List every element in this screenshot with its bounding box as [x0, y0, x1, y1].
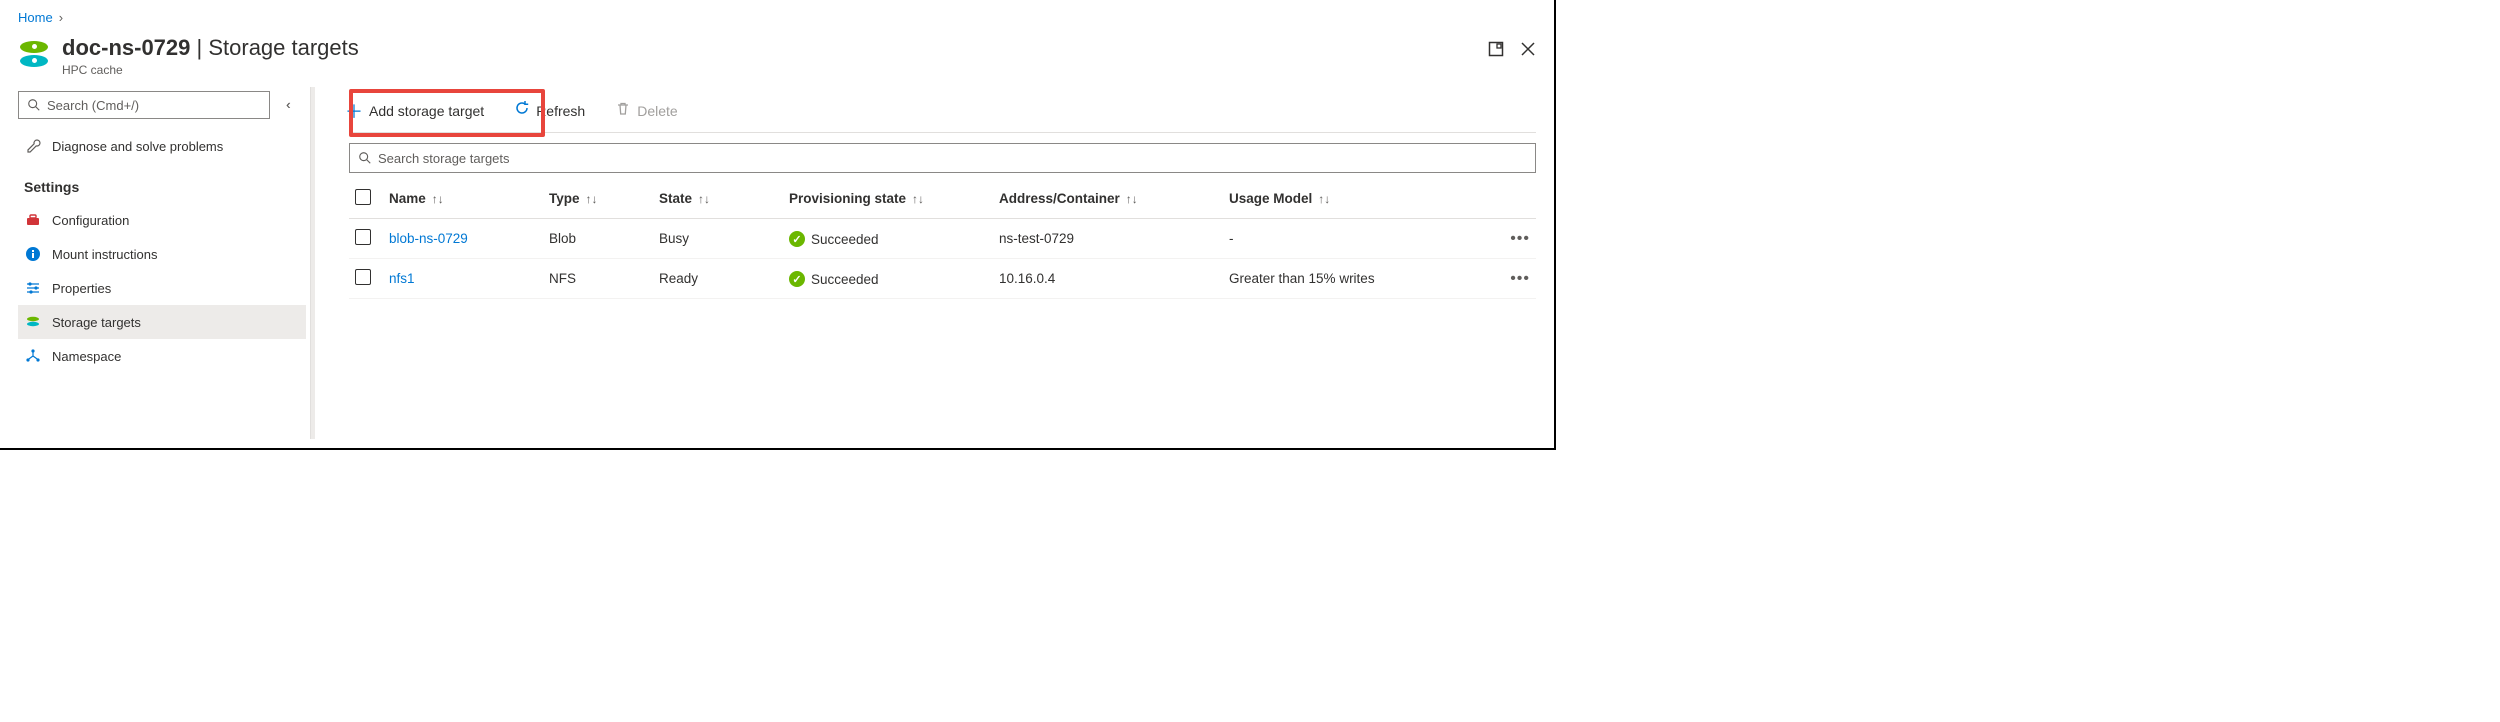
sidebar-item-namespace[interactable]: Namespace: [18, 339, 306, 373]
sidebar-item-configuration[interactable]: Configuration: [18, 203, 306, 237]
row-checkbox[interactable]: [355, 229, 371, 245]
main-content: ＋ Add storage target Refresh Delete Sear…: [315, 87, 1554, 439]
cell-usage: Greater than 15% writes: [1223, 259, 1496, 299]
sidebar-item-label: Storage targets: [52, 315, 141, 330]
col-type[interactable]: Type↑↓: [543, 179, 653, 219]
cell-state: Busy: [653, 219, 783, 259]
page-title: doc-ns-0729 | Storage targets: [62, 35, 359, 61]
sidebar-item-diagnose[interactable]: Diagnose and solve problems: [18, 129, 306, 163]
search-icon: [358, 151, 372, 165]
sort-icon: ↑↓: [1318, 192, 1330, 206]
cell-type: Blob: [543, 219, 653, 259]
window-pin-button[interactable]: [1488, 41, 1504, 62]
success-icon: ✓: [789, 231, 805, 247]
sidebar-section-settings: Settings: [18, 163, 310, 203]
cell-prov: ✓Succeeded: [783, 219, 993, 259]
cell-addr: 10.16.0.4: [993, 259, 1223, 299]
cell-state: Ready: [653, 259, 783, 299]
close-icon: [1520, 41, 1536, 57]
delete-label: Delete: [637, 103, 677, 119]
col-prov[interactable]: Provisioning state↑↓: [783, 179, 993, 219]
network-icon: [24, 348, 42, 364]
sidebar-search-input[interactable]: Search (Cmd+/): [18, 91, 270, 119]
row-menu-button[interactable]: •••: [1496, 219, 1536, 259]
cell-type: NFS: [543, 259, 653, 299]
row-checkbox[interactable]: [355, 269, 371, 285]
sidebar-item-label: Configuration: [52, 213, 129, 228]
window-icon: [1488, 41, 1504, 57]
table-row[interactable]: nfs1 NFS Ready ✓Succeeded 10.16.0.4 Grea…: [349, 259, 1536, 299]
sliders-icon: [24, 280, 42, 296]
storage-target-link[interactable]: nfs1: [389, 271, 415, 286]
sidebar: Search (Cmd+/) ‹‹ Diagnose and solve pro…: [0, 87, 310, 439]
delete-button: Delete: [609, 97, 683, 125]
resource-name: doc-ns-0729: [62, 35, 190, 60]
search-storage-targets-input[interactable]: Search storage targets: [349, 143, 1536, 173]
sidebar-search-placeholder: Search (Cmd+/): [47, 98, 139, 113]
chevron-right-icon: ›: [59, 10, 63, 25]
info-icon: [24, 246, 42, 262]
add-label: Add storage target: [369, 103, 484, 119]
sort-icon: ↑↓: [698, 192, 710, 206]
breadcrumb-home[interactable]: Home: [18, 10, 53, 25]
col-name[interactable]: Name↑↓: [383, 179, 543, 219]
resource-type-label: HPC cache: [62, 63, 359, 77]
page-header: doc-ns-0729 | Storage targets HPC cache: [0, 31, 1554, 87]
cell-addr: ns-test-0729: [993, 219, 1223, 259]
cell-usage: -: [1223, 219, 1496, 259]
section-name: Storage targets: [208, 35, 358, 60]
sidebar-item-label: Mount instructions: [52, 247, 158, 262]
storage-icon: [24, 314, 42, 330]
filter-placeholder: Search storage targets: [378, 151, 510, 166]
sidebar-item-mount[interactable]: Mount instructions: [18, 237, 306, 271]
add-storage-target-button[interactable]: ＋ Add storage target: [339, 94, 490, 128]
toolbox-icon: [24, 212, 42, 228]
row-menu-button[interactable]: •••: [1496, 259, 1536, 299]
search-icon: [27, 98, 41, 112]
sidebar-item-properties[interactable]: Properties: [18, 271, 306, 305]
sort-icon: ↑↓: [912, 192, 924, 206]
sidebar-item-storage-targets[interactable]: Storage targets: [18, 305, 306, 339]
sidebar-item-label: Properties: [52, 281, 111, 296]
sort-icon: ↑↓: [432, 192, 444, 206]
breadcrumb: Home ›: [0, 0, 1554, 31]
plus-icon: ＋: [345, 98, 363, 124]
wrench-icon: [24, 138, 42, 154]
cell-prov: ✓Succeeded: [783, 259, 993, 299]
sidebar-item-label: Diagnose and solve problems: [52, 139, 223, 154]
select-all-checkbox[interactable]: [355, 189, 371, 205]
success-icon: ✓: [789, 271, 805, 287]
refresh-label: Refresh: [536, 103, 585, 119]
table-row[interactable]: blob-ns-0729 Blob Busy ✓Succeeded ns-tes…: [349, 219, 1536, 259]
refresh-icon: [514, 100, 530, 121]
col-usage[interactable]: Usage Model↑↓: [1223, 179, 1496, 219]
refresh-button[interactable]: Refresh: [508, 96, 591, 125]
sort-icon: ↑↓: [1126, 192, 1138, 206]
close-button[interactable]: [1520, 41, 1536, 62]
sidebar-item-label: Namespace: [52, 349, 121, 364]
toolbar: ＋ Add storage target Refresh Delete: [349, 93, 1536, 133]
sort-icon: ↑↓: [586, 192, 598, 206]
storage-target-link[interactable]: blob-ns-0729: [389, 231, 468, 246]
storage-targets-table: Name↑↓ Type↑↓ State↑↓ Provisioning state…: [349, 179, 1536, 299]
hpc-cache-icon: [18, 39, 50, 71]
collapse-sidebar-button[interactable]: ‹‹: [286, 97, 287, 112]
trash-icon: [615, 101, 631, 121]
col-state[interactable]: State↑↓: [653, 179, 783, 219]
col-addr[interactable]: Address/Container↑↓: [993, 179, 1223, 219]
